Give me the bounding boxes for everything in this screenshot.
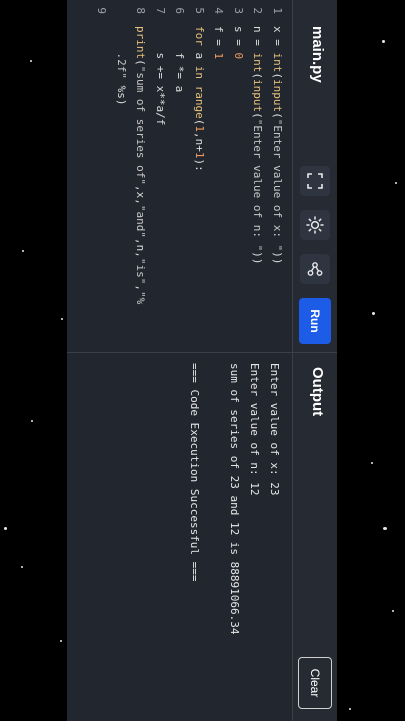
code-text: for a in range(1,n+1): [193, 26, 206, 172]
output-title: Output [309, 367, 326, 417]
output-line: sum of series of 23 and 12 is 88891066.3… [228, 363, 241, 635]
background-star [371, 462, 373, 464]
background-star [349, 708, 351, 710]
code-line[interactable]: 4 f = 1 [209, 0, 229, 352]
code-text: f *= a [173, 26, 187, 93]
output-line: Enter value of n: 12 [248, 363, 261, 496]
output-line: Enter value of x: 23 [268, 363, 281, 496]
background-star [395, 182, 397, 184]
background-star [30, 60, 32, 62]
fullscreen-icon [307, 173, 323, 189]
output-line: === Code Execution Successful === [188, 363, 201, 582]
fullscreen-button[interactable] [300, 166, 330, 196]
line-number: 6 [173, 7, 187, 14]
share-button[interactable] [300, 254, 330, 284]
code-text: f = 1 [212, 26, 226, 60]
line-number: 1 [271, 7, 284, 14]
share-icon [307, 262, 323, 276]
line-number: 5 [193, 7, 206, 14]
code-text: .2f" %s) [115, 26, 128, 106]
background-star [61, 318, 63, 320]
output-toolbar: Output Clear [292, 353, 337, 721]
background-star [392, 610, 394, 612]
code-editor-window: main.py Run 1 x = int(input("Enter value… [67, 0, 337, 721]
background-star [383, 527, 387, 530]
background-star [372, 312, 375, 315]
code-text: x = int(input("Enter value of x: ")) [271, 26, 284, 265]
clear-button[interactable]: Clear [298, 657, 332, 709]
code-line[interactable]: 3 s = 0 [229, 0, 249, 352]
line-number: 9 [95, 7, 109, 14]
code-line[interactable]: 7 s += x**a/f [151, 0, 171, 352]
code-line[interactable]: 9 [92, 0, 112, 352]
file-name-tab[interactable]: main.py [309, 26, 326, 83]
line-number: 4 [212, 7, 226, 14]
code-line[interactable]: .2f" %s) [112, 0, 132, 352]
theme-toggle-button[interactable] [300, 210, 330, 240]
line-number: 3 [232, 7, 245, 14]
line-number: 2 [251, 7, 265, 14]
code-text: n = int(input("Enter value of n: ")) [251, 26, 265, 265]
line-number: 7 [154, 7, 167, 14]
output-pane: Output Clear Enter value of x: 23 Enter v… [67, 352, 337, 721]
code-editor[interactable]: 1 x = int(input("Enter value of x: ")) 2 n … [92, 0, 287, 352]
code-line[interactable]: 5 for a in range(1,n+1): [190, 0, 210, 352]
theme-sun-icon [306, 216, 324, 234]
code-line[interactable]: 1 x = int(input("Enter value of x: ")) [268, 0, 288, 352]
code-line[interactable]: 2 n = int(input("Enter value of n: ")) [248, 0, 268, 352]
background-star [4, 527, 7, 530]
code-text: print("sum of series of",x,"and",n,"is",… [134, 26, 148, 305]
background-star [31, 420, 33, 422]
background-star [60, 640, 62, 642]
background-star [21, 566, 23, 568]
code-text: s = 0 [232, 26, 245, 60]
background-star [382, 40, 385, 43]
run-button[interactable]: Run [299, 298, 331, 344]
editor-toolbar: main.py Run [292, 0, 337, 352]
background-star [22, 250, 24, 252]
code-text: s += x**a/f [154, 26, 167, 126]
code-pane: main.py Run 1 x = int(input("Enter value… [67, 0, 337, 352]
line-number: 8 [134, 7, 148, 14]
output-console: Enter value of x: 23 Enter value of n: 12… [184, 363, 284, 711]
code-line[interactable]: 6 f *= a [170, 0, 190, 352]
code-line[interactable]: 8 print("sum of series of",x,"and",n,"is"… [131, 0, 151, 352]
